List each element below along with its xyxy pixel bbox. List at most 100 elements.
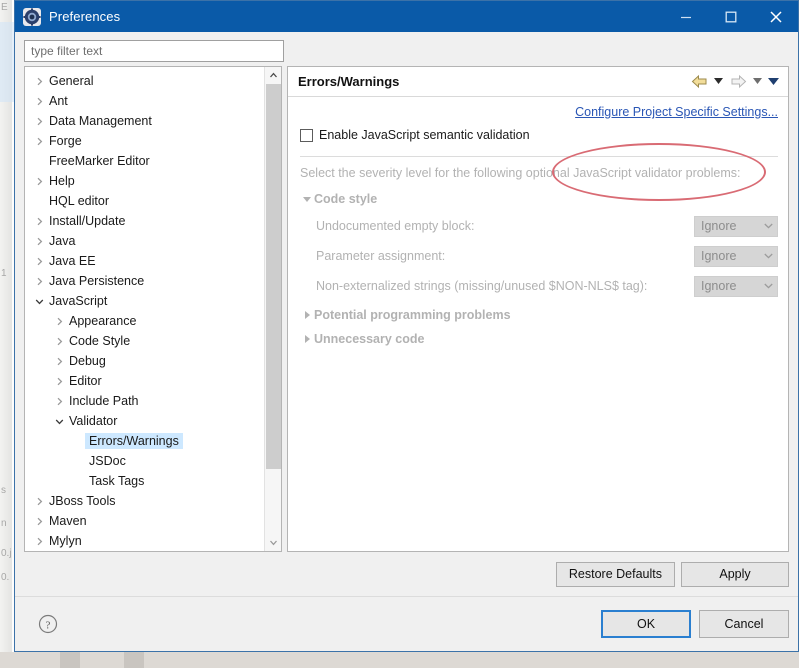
severity-select[interactable]: Ignore [694, 215, 778, 237]
section-label: Code style [314, 192, 378, 206]
scroll-down-icon[interactable] [265, 534, 281, 551]
tree-item-code-style[interactable]: Code Style [25, 331, 264, 351]
severity-select-value: Ignore [701, 279, 737, 293]
tree-item-label: Forge [49, 134, 82, 148]
tree-item-include-path[interactable]: Include Path [25, 391, 264, 411]
tree-item-forge[interactable]: Forge [25, 131, 264, 151]
tree-item-label: Install/Update [49, 214, 126, 228]
tree-item-jsdoc[interactable]: JSDoc [25, 451, 264, 471]
tree-item-data-management[interactable]: Data Management [25, 111, 264, 131]
tree-item-install-update[interactable]: Install/Update [25, 211, 264, 231]
filter-box[interactable] [24, 40, 284, 62]
chevron-right-icon[interactable] [31, 131, 47, 151]
chevron-right-icon[interactable] [51, 311, 67, 331]
chevron-right-icon[interactable] [51, 391, 67, 411]
chevron-down-icon[interactable] [764, 253, 773, 259]
chevron-right-icon[interactable] [31, 111, 47, 131]
forward-arrow-icon[interactable] [728, 72, 748, 92]
chevron-right-icon[interactable] [51, 351, 67, 371]
section-header-code-style[interactable]: Code style [300, 189, 778, 209]
taskbar-item[interactable] [60, 652, 80, 668]
tree-item-ant[interactable]: Ant [25, 91, 264, 111]
tree-item-mylyn[interactable]: Mylyn [25, 531, 264, 551]
tree-item-appearance[interactable]: Appearance [25, 311, 264, 331]
taskbar[interactable] [0, 652, 799, 668]
configure-project-specific-settings-link[interactable]: Configure Project Specific Settings... [575, 105, 778, 119]
chevron-right-icon[interactable] [51, 331, 67, 351]
chevron-right-icon[interactable] [31, 91, 47, 111]
severity-select[interactable]: Ignore [694, 275, 778, 297]
chevron-right-icon[interactable] [31, 211, 47, 231]
tree-item-help[interactable]: Help [25, 171, 264, 191]
chevron-right-icon[interactable] [31, 271, 47, 291]
chevron-right-icon[interactable] [31, 171, 47, 191]
chevron-right-icon[interactable] [31, 251, 47, 271]
tree-item-java-persistence[interactable]: Java Persistence [25, 271, 264, 291]
navigation-icons [689, 72, 780, 92]
help-question-icon[interactable]: ? [35, 611, 61, 637]
tree-item-errors-warnings[interactable]: Errors/Warnings [25, 431, 264, 451]
search-input[interactable] [29, 43, 279, 59]
tree-item-label: Java EE [49, 254, 96, 268]
preference-tree-list[interactable]: General Ant Data Management Forge FreeMarker… [25, 67, 264, 551]
triangle-right-icon[interactable] [300, 335, 314, 343]
tree-item-java-ee[interactable]: Java EE [25, 251, 264, 271]
tree-item-hql-editor[interactable]: HQL editor [25, 191, 264, 211]
dialog-body: General Ant Data Management Forge FreeMarker… [15, 32, 798, 651]
tree-item-task-tags[interactable]: Task Tags [25, 471, 264, 491]
tree-item-label: Ant [49, 94, 68, 108]
tree-item-label: Errors/Warnings [85, 433, 183, 449]
preference-tree[interactable]: General Ant Data Management Forge FreeMarker… [24, 66, 282, 552]
triangle-right-icon[interactable] [300, 311, 314, 319]
scrollbar-thumb[interactable] [266, 84, 281, 469]
tree-item-freemarker-editor[interactable]: FreeMarker Editor [25, 151, 264, 171]
severity-row: Parameter assignment: Ignore [300, 241, 778, 271]
enable-semantic-validation-row[interactable]: Enable JavaScript semantic validation [300, 125, 778, 145]
chevron-right-icon[interactable] [31, 71, 47, 91]
severity-select-value: Ignore [701, 249, 737, 263]
section-header-unnecessary-code[interactable]: Unnecessary code [300, 329, 778, 349]
background-text-fragment: 1 [1, 268, 7, 279]
maximize-button[interactable] [708, 1, 753, 32]
tree-item-java[interactable]: Java [25, 231, 264, 251]
tree-item-general[interactable]: General [25, 71, 264, 91]
ok-button[interactable]: OK [601, 610, 691, 638]
tree-item-jboss-tools[interactable]: JBoss Tools [25, 491, 264, 511]
back-arrow-icon[interactable] [689, 72, 709, 92]
chevron-right-icon[interactable] [31, 531, 47, 551]
chevron-down-icon[interactable] [51, 411, 67, 431]
close-button[interactable] [753, 1, 798, 32]
tree-item-maven[interactable]: Maven [25, 511, 264, 531]
triangle-down-icon[interactable] [300, 196, 314, 203]
tree-item-label: JBoss Tools [49, 494, 116, 508]
enable-semantic-validation-checkbox[interactable] [300, 128, 313, 142]
scroll-up-icon[interactable] [265, 67, 281, 84]
taskbar-item[interactable] [124, 652, 144, 668]
section-header-potential-programming-problems[interactable]: Potential programming problems [300, 305, 778, 325]
tree-scrollbar[interactable] [264, 67, 281, 551]
tree-item-debug[interactable]: Debug [25, 351, 264, 371]
ok-cancel-group: OK Cancel [601, 610, 789, 638]
tree-item-editor[interactable]: Editor [25, 371, 264, 391]
chevron-down-icon[interactable] [764, 283, 773, 289]
chevron-down-icon[interactable] [31, 291, 47, 311]
restore-defaults-button[interactable]: Restore Defaults [555, 561, 675, 587]
cancel-button[interactable]: Cancel [699, 610, 789, 638]
severity-select[interactable]: Ignore [694, 245, 778, 267]
divider [300, 156, 778, 157]
chevron-right-icon[interactable] [31, 231, 47, 251]
view-menu-chevron-down-icon[interactable] [767, 72, 780, 92]
chevron-right-icon[interactable] [51, 371, 67, 391]
chevron-right-icon[interactable] [31, 511, 47, 531]
tree-item-javascript[interactable]: JavaScript [25, 291, 264, 311]
back-history-chevron-down-icon[interactable] [712, 72, 725, 92]
severity-select-value: Ignore [701, 219, 737, 233]
apply-button[interactable]: Apply [681, 561, 789, 587]
forward-history-chevron-down-icon[interactable] [751, 72, 764, 92]
chevron-right-icon[interactable] [31, 491, 47, 511]
minimize-button[interactable] [663, 1, 708, 32]
content-header: Errors/Warnings [288, 67, 788, 97]
severity-label: Parameter assignment: [316, 249, 446, 263]
tree-item-validator[interactable]: Validator [25, 411, 264, 431]
chevron-down-icon[interactable] [764, 223, 773, 229]
